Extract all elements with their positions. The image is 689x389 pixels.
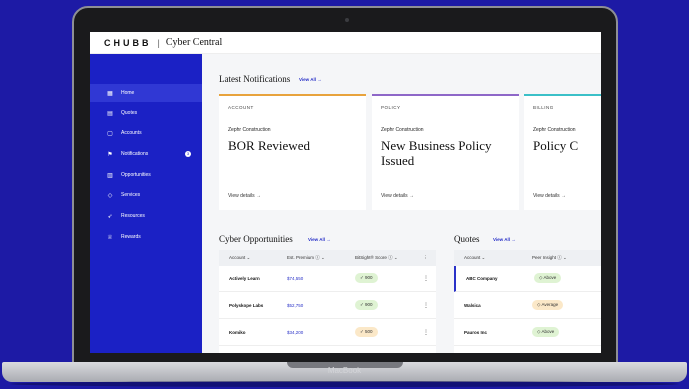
notification-card-account[interactable]: ACCOUNT Zephr Construction BOR Reviewed … <box>219 94 366 210</box>
card-headline: BOR Reviewed <box>228 138 310 153</box>
table-row[interactable]: Komiko $34,200 ✓ 500 ⋮ <box>219 320 436 346</box>
table-row[interactable]: Walsica ◇ Average <box>454 293 601 319</box>
sidebar-item-quotes[interactable]: ▤ Quotes <box>90 104 202 122</box>
row-account: ABC Company <box>466 276 498 281</box>
row-score-badge: ✓ 500 <box>355 327 378 337</box>
table-row[interactable]: Pauros Inc ◇ Above <box>454 320 601 346</box>
sidebar-item-rewards[interactable]: ♕ Rewards <box>90 228 202 246</box>
header-separator: | <box>157 37 160 48</box>
sidebar-item-services[interactable]: ◇ Services <box>90 186 202 204</box>
column-bitsight-score[interactable]: BitSight® Score ⓘ ⌄ <box>355 255 398 261</box>
table-header: Account ⌄ Peer Insight ⓘ ⌄ <box>454 250 601 266</box>
quotes-view-all-link[interactable]: View All → <box>493 237 516 242</box>
row-account: Komiko <box>229 330 246 335</box>
row-menu-icon[interactable]: ⋮ <box>423 302 429 309</box>
notifications-title: Latest Notifications <box>219 74 291 84</box>
opportunities-title: Cyber Opportunities <box>219 234 293 244</box>
sidebar: ▦ Home ▤ Quotes ▢ Accounts ⚑ Notificatio… <box>90 54 202 353</box>
insight-value: Above <box>541 329 555 334</box>
card-company: Zephr Construction <box>533 127 576 133</box>
row-menu-icon[interactable]: ⋮ <box>423 329 429 336</box>
quote-icon: ▤ <box>107 110 113 117</box>
quotes-table: Account ⌄ Peer Insight ⓘ ⌄ ABC Company ◇… <box>454 250 601 353</box>
column-premium[interactable]: Est. Premium ⓘ ⌄ <box>287 255 325 261</box>
sidebar-item-label: Notifications <box>121 151 149 157</box>
column-menu-icon[interactable]: ⋮ <box>423 255 428 261</box>
sidebar-item-opportunities[interactable]: ▥ Opportunities <box>90 166 202 184</box>
sidebar-item-resources[interactable]: ➶ Resources <box>90 207 202 225</box>
notification-badge: 3 <box>185 151 191 157</box>
row-menu-icon[interactable]: ⋮ <box>423 275 429 282</box>
insight-badge: ◇ Average <box>532 300 564 310</box>
card-category: BILLING <box>533 105 554 110</box>
notifications-view-all-link[interactable]: View All → <box>299 77 322 82</box>
card-company: Zephr Construction <box>381 127 424 133</box>
shield-icon: ◇ <box>107 192 113 199</box>
insight-value: Average <box>541 302 559 307</box>
card-category: ACCOUNT <box>228 105 254 110</box>
card-headline: New Business Policy Issued <box>381 138 492 168</box>
sidebar-item-accounts[interactable]: ▢ Accounts <box>90 124 202 142</box>
row-premium: $52,750 <box>287 303 304 308</box>
sidebar-item-label: Accounts <box>121 130 142 136</box>
score-value: 900 <box>365 275 373 280</box>
view-details-link[interactable]: View details → <box>228 193 261 199</box>
notification-card-policy[interactable]: POLICY Zephr Construction New Business P… <box>372 94 519 210</box>
flag-icon: ⚑ <box>107 151 113 158</box>
app-header: CHUBB | Cyber Central <box>90 32 601 54</box>
card-headline: Policy C <box>533 138 579 153</box>
view-details-link[interactable]: View details → <box>381 193 414 199</box>
column-peer-insight[interactable]: Peer Insight ⓘ ⌄ <box>532 255 567 261</box>
trophy-icon: ♕ <box>107 234 113 241</box>
sidebar-item-home[interactable]: ▦ Home <box>90 84 202 102</box>
card-category: POLICY <box>381 105 401 110</box>
laptop-shadow <box>10 381 679 387</box>
row-account: Pauros Inc <box>464 330 488 335</box>
sidebar-item-label: Quotes <box>121 110 138 116</box>
table-row[interactable]: Polyskope Labs $52,750 ✓ 900 ⋮ <box>219 293 436 319</box>
sidebar-item-notifications[interactable]: ⚑ Notifications 3 <box>90 145 202 163</box>
row-account: Walsica <box>464 303 481 308</box>
table-row[interactable]: Actively Learn $74,550 ✓ 900 ⋮ <box>219 266 436 292</box>
table-row[interactable]: ABC Company ◇ Above <box>454 266 601 292</box>
sidebar-item-label: Opportunities <box>121 172 151 178</box>
sidebar-item-label: Services <box>121 192 141 198</box>
card-company: Zephr Construction <box>228 127 271 133</box>
document-icon: ▢ <box>107 130 113 137</box>
column-account[interactable]: Account ⌄ <box>229 255 250 261</box>
sidebar-item-label: Resources <box>121 213 145 219</box>
device-label: MacBook <box>327 366 362 375</box>
row-premium: $34,200 <box>287 330 304 335</box>
chart-icon: ▥ <box>107 172 113 179</box>
sidebar-item-label: Home <box>121 90 135 96</box>
insight-badge: ◇ Above <box>532 327 560 337</box>
notification-card-billing[interactable]: BILLING Zephr Construction Policy C View… <box>524 94 601 210</box>
quotes-title: Quotes <box>454 234 480 244</box>
table-header: Account ⌄ Est. Premium ⓘ ⌄ BitSight® Sco… <box>219 250 436 266</box>
row-account: Actively Learn <box>229 276 260 281</box>
column-account[interactable]: Account ⌄ <box>464 255 485 261</box>
sidebar-item-label: Rewards <box>121 234 141 240</box>
score-value: 500 <box>365 329 373 334</box>
chubb-logo[interactable]: CHUBB <box>104 38 152 48</box>
row-account: Polyskope Labs <box>229 303 264 308</box>
camera-dot <box>345 18 349 22</box>
main-content: Latest Notifications View All → ACCOUNT … <box>202 54 601 353</box>
score-value: 900 <box>365 302 373 307</box>
row-score-badge: ✓ 900 <box>355 300 378 310</box>
app-screen: CHUBB | Cyber Central ▦ Home ▤ Quotes ▢ … <box>90 32 601 353</box>
app-name: Cyber Central <box>165 37 223 48</box>
opportunities-table: Account ⌄ Est. Premium ⓘ ⌄ BitSight® Sco… <box>219 250 436 353</box>
view-details-link[interactable]: View details → <box>533 193 566 199</box>
row-score-badge: ✓ 900 <box>355 273 378 283</box>
opportunities-view-all-link[interactable]: View All → <box>308 237 331 242</box>
grid-icon: ▦ <box>107 90 113 97</box>
row-premium: $74,550 <box>287 276 304 281</box>
insight-value: Above <box>543 275 557 280</box>
insight-badge: ◇ Above <box>534 273 562 283</box>
rocket-icon: ➶ <box>107 213 113 220</box>
